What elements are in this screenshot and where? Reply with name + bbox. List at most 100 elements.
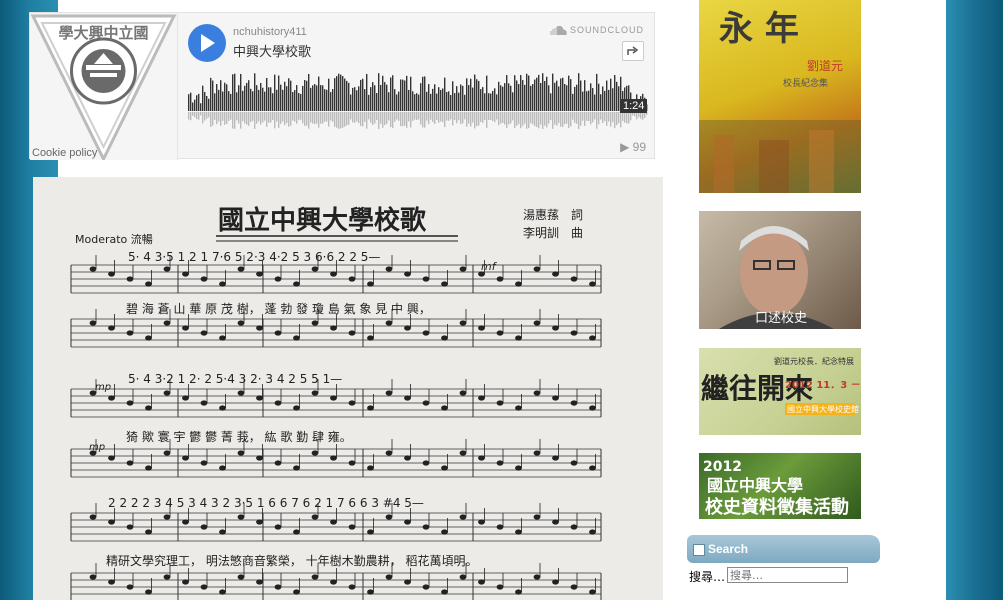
play-button[interactable] — [188, 24, 226, 62]
cookie-policy-link[interactable]: Cookie policy — [32, 147, 97, 159]
waveform-bar — [332, 89, 334, 111]
waveform-reflection — [320, 112, 322, 124]
waveform-reflection — [528, 112, 530, 128]
waveform-bar — [286, 86, 288, 111]
waveform-reflection — [330, 112, 332, 121]
waveform-reflection — [384, 112, 386, 126]
soundcloud-logo[interactable]: SOUNDCLOUD — [549, 25, 644, 36]
banner-oral-history[interactable]: 口述校史 — [699, 211, 861, 329]
waveform-reflection — [300, 112, 302, 120]
note-head — [108, 395, 115, 401]
waveform-reflection — [402, 112, 404, 127]
waveform-bar — [230, 93, 232, 111]
note-head — [219, 465, 226, 471]
waveform-reflection — [448, 112, 450, 121]
waveform-reflection — [374, 112, 376, 124]
track-username[interactable]: nchuhistory411 — [233, 26, 307, 38]
waveform-bar — [326, 89, 328, 111]
banner-liu-daoyuan-book[interactable]: 永 年 劉道元 校長紀念集 — [699, 0, 861, 193]
note-head — [256, 519, 263, 525]
note-head — [589, 529, 596, 535]
note-head — [330, 519, 337, 525]
banner-archive-collection[interactable]: 2012 國立中興大學 校史資料徵集活動 — [699, 453, 861, 519]
search-widget-header: Search — [687, 535, 880, 563]
waveform-reflection — [334, 112, 336, 127]
waveform-bar — [502, 86, 504, 111]
waveform-bar — [494, 88, 496, 111]
waveform-bar — [542, 73, 544, 111]
note-head — [404, 519, 411, 525]
note-head — [441, 589, 448, 595]
waveform-bar — [262, 87, 264, 111]
note-head — [237, 514, 245, 520]
waveform-bar — [378, 73, 380, 111]
soundcloud-player[interactable]: 學大興中立國 Cookie policy nchuhistory411 中興大學… — [29, 12, 655, 163]
note-head — [367, 589, 374, 595]
waveform-bar — [360, 79, 362, 111]
waveform-bar — [280, 84, 282, 111]
note-head — [274, 584, 282, 590]
waveform[interactable] — [188, 73, 648, 143]
waveform-reflection — [454, 112, 456, 121]
waveform-bar — [366, 73, 368, 111]
note-head — [126, 276, 134, 282]
note-head — [496, 584, 504, 590]
note-head — [552, 455, 559, 461]
note-head — [311, 450, 319, 456]
waveform-bar — [298, 93, 300, 111]
note-head — [459, 514, 467, 520]
waveform-bar — [432, 88, 434, 111]
sheet-music-image: 國立中興大學校歌 湯惠蓀 詞 李明訓 曲 Moderato 流暢 mf 5· 4… — [33, 177, 663, 600]
waveform-bar — [236, 92, 238, 111]
note-head — [145, 589, 152, 595]
university-logo-icon: 學大興中立國 — [30, 14, 177, 163]
waveform-reflection — [524, 112, 526, 124]
waveform-bar — [602, 86, 604, 111]
waveform-reflection — [640, 112, 642, 119]
note-head — [348, 460, 356, 466]
waveform-bar — [346, 80, 348, 111]
waveform-reflection — [426, 112, 428, 121]
waveform-bar — [578, 73, 580, 111]
search-input[interactable] — [727, 567, 848, 583]
waveform-bar — [358, 86, 360, 111]
waveform-reflection — [424, 112, 426, 128]
waveform-bar — [216, 84, 218, 111]
waveform-reflection — [390, 112, 392, 128]
waveform-reflection — [376, 112, 378, 121]
waveform-reflection — [600, 112, 602, 120]
waveform-reflection — [214, 112, 216, 120]
share-button[interactable] — [622, 41, 644, 61]
note-head — [200, 584, 208, 590]
note-head — [367, 405, 374, 411]
track-duration: 1:24 — [620, 99, 648, 113]
waveform-bar — [582, 91, 584, 111]
waveform-bar — [394, 89, 396, 111]
waveform-reflection — [364, 112, 366, 122]
note-head — [385, 266, 393, 272]
note-head — [274, 276, 282, 282]
waveform-bar — [218, 89, 220, 111]
note-head — [145, 335, 152, 341]
waveform-reflection — [382, 112, 384, 128]
note-head — [478, 579, 485, 585]
waveform-bar — [580, 80, 582, 111]
bass-staff-2 — [70, 439, 602, 478]
note-head — [126, 460, 134, 466]
waveform-bar — [564, 83, 566, 111]
waveform-reflection — [400, 112, 402, 127]
waveform-bar — [364, 89, 366, 111]
track-title[interactable]: 中興大學校歌 — [233, 41, 311, 60]
banner-exhibition[interactable]: 繼往開來 劉道元校長．紀念特展 2012 11．3 － 12．28 國立中興大學… — [699, 348, 861, 435]
waveform-reflection — [468, 112, 470, 124]
note-head — [182, 519, 189, 525]
waveform-bar — [568, 75, 570, 111]
waveform-bar — [570, 79, 572, 111]
waveform-reflection — [584, 112, 586, 126]
note-head — [330, 395, 337, 401]
waveform-reflection — [456, 112, 458, 124]
waveform-bar — [302, 85, 304, 111]
waveform-reflection — [346, 112, 348, 126]
waveform-reflection — [386, 112, 388, 124]
search-widget-title: Search — [708, 542, 749, 556]
